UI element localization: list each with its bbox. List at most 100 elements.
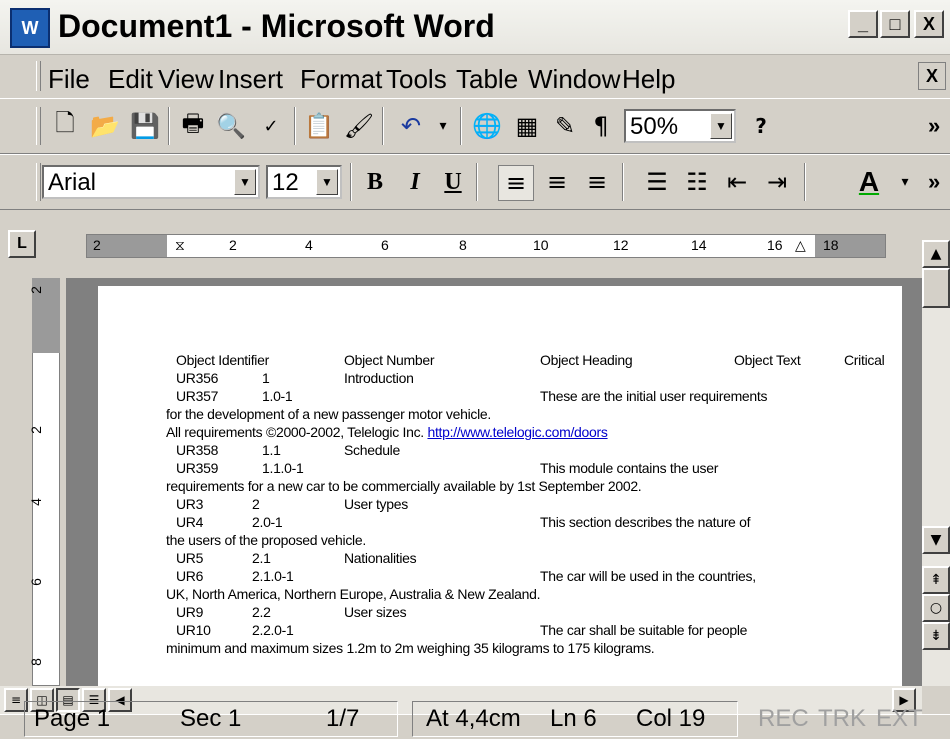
scroll-thumb[interactable]	[922, 268, 950, 308]
font-color-button[interactable]: A	[852, 165, 886, 199]
align-center-icon[interactable]: ≡	[540, 165, 574, 199]
toolbar-grip[interactable]	[36, 163, 41, 201]
font-color-dropdown-icon[interactable]: ▾	[888, 165, 922, 199]
chevron-down-icon[interactable]: ▼	[710, 113, 732, 139]
split-box[interactable]	[922, 226, 950, 241]
menu-help[interactable]: Help	[622, 64, 675, 95]
menu-format[interactable]: Format	[300, 64, 382, 95]
row-wrap-text: minimum and maximum sizes 1.2m to 2m wei…	[166, 640, 655, 656]
toolbar-options-icon[interactable]: »	[928, 113, 940, 139]
toolbar-grip[interactable]	[36, 107, 41, 145]
menu-insert[interactable]: Insert	[218, 64, 283, 95]
menu-edit[interactable]: Edit	[108, 64, 153, 95]
ruler-indent-marker[interactable]: ⧖	[175, 237, 185, 254]
scroll-up-button[interactable]: ▲	[922, 240, 950, 268]
row-heading: Schedule	[344, 442, 400, 458]
open-icon[interactable]: 📂	[88, 109, 122, 143]
status-ext[interactable]: EXT	[876, 705, 923, 739]
toolbar-separator	[622, 163, 624, 201]
close-button[interactable]: X	[914, 10, 944, 38]
menu-table[interactable]: Table	[456, 64, 518, 95]
status-trk[interactable]: TRK	[818, 705, 866, 739]
italic-button[interactable]: I	[398, 165, 432, 199]
ruler-mark: 8	[459, 237, 467, 253]
document-page[interactable]: Object Identifier Object Number Object H…	[98, 286, 902, 686]
tables-borders-icon[interactable]: ▦	[510, 109, 544, 143]
status-line: Ln 6	[550, 705, 597, 732]
maximize-button[interactable]: □	[880, 10, 910, 38]
col-header-identifier: Object Identifier	[176, 352, 269, 368]
ruler-right-indent-marker[interactable]: △	[795, 237, 806, 254]
document-close-button[interactable]: X	[918, 62, 946, 90]
status-rec[interactable]: REC	[758, 705, 809, 739]
menu-file[interactable]: File	[48, 64, 90, 95]
underline-button[interactable]: U	[436, 165, 470, 199]
scroll-down-button[interactable]: ▼	[922, 526, 950, 554]
ruler-mark: 14	[691, 237, 707, 253]
bullets-icon[interactable]: ☷	[680, 165, 714, 199]
standard-toolbar: 🗋 📂 💾 🖶 🔍 ✓ 📋 🖌 ↶ ▾ 🌐 ▦ ✎ ¶ 50% ▼ ? »	[0, 98, 950, 154]
print-icon[interactable]: 🖶	[176, 109, 210, 143]
paste-icon[interactable]: 📋	[302, 109, 336, 143]
tab-selector-button[interactable]: L	[8, 230, 36, 258]
minimize-button[interactable]: _	[848, 10, 878, 38]
menu-tools[interactable]: Tools	[386, 64, 447, 95]
ruler-mark: 2	[93, 237, 101, 253]
undo-icon[interactable]: ↶	[394, 109, 428, 143]
previous-page-icon[interactable]: ⇞	[922, 566, 950, 594]
format-painter-icon[interactable]: 🖌	[342, 109, 376, 143]
font-size-select[interactable]: 12 ▼	[266, 165, 342, 199]
spelling-icon[interactable]: ✓	[254, 109, 288, 143]
font-select[interactable]: Arial ▼	[42, 165, 260, 199]
row-id: UR357	[176, 388, 219, 404]
row-number: 1.1.0-1	[262, 460, 304, 476]
vruler-mark: 8	[27, 658, 44, 666]
align-right-icon[interactable]: ≡	[580, 165, 614, 199]
menu-bar: File Edit View Insert Format Tools Table…	[0, 55, 950, 97]
increase-indent-icon[interactable]: ⇥	[760, 165, 794, 199]
vertical-scrollbar[interactable]: ▲ ▼ ⇞ ○ ⇟	[922, 226, 950, 686]
next-page-icon[interactable]: ⇟	[922, 622, 950, 650]
ruler-mark: 10	[533, 237, 549, 253]
row-number: 1	[262, 370, 270, 386]
undo-dropdown-icon[interactable]: ▾	[426, 109, 460, 143]
status-column: Col 19	[636, 705, 706, 732]
help-icon[interactable]: ?	[744, 109, 778, 143]
chevron-down-icon[interactable]: ▼	[316, 169, 338, 195]
align-left-icon[interactable]: ≡	[498, 165, 534, 201]
row-text: The car will be used in the countries,	[540, 568, 756, 584]
menu-grip[interactable]	[36, 61, 41, 91]
numbering-icon[interactable]: ☰	[640, 165, 674, 199]
doors-link[interactable]: http://www.telelogic.com/doors	[427, 424, 607, 440]
toolbar-separator	[804, 163, 806, 201]
save-icon[interactable]: 💾	[128, 109, 162, 143]
ruler-strip[interactable]: 2 ⧖ 2 4 6 8 10 12 14 16 △ 18	[86, 234, 886, 258]
ruler-mark: 6	[381, 237, 389, 253]
select-browse-object-icon[interactable]: ○	[922, 594, 950, 622]
row-id: UR4	[176, 514, 204, 530]
menu-view[interactable]: View	[158, 64, 214, 95]
print-preview-icon[interactable]: 🔍	[214, 109, 248, 143]
toolbar-options-icon[interactable]: »	[928, 169, 940, 195]
vruler-mark: 2	[27, 426, 44, 434]
zoom-select[interactable]: 50% ▼	[624, 109, 736, 143]
word-app-icon[interactable]: W	[10, 8, 50, 48]
ruler-mark: 2	[229, 237, 237, 253]
status-bar: Page 1 Sec 1 1/7 At 4,4cm Ln 6 Col 19 RE…	[0, 701, 950, 737]
col-header-heading: Object Heading	[540, 352, 633, 368]
show-formatting-icon[interactable]: ¶	[584, 109, 618, 143]
ruler-mark: 12	[613, 237, 629, 253]
chevron-down-icon[interactable]: ▼	[234, 169, 256, 195]
toolbar-separator	[350, 163, 352, 201]
row-number: 2.2	[252, 604, 271, 620]
row-number: 2.1.0-1	[252, 568, 294, 584]
new-icon[interactable]: 🗋	[48, 109, 82, 143]
bold-button[interactable]: B	[358, 165, 392, 199]
window-title: Document1 - Microsoft Word	[58, 8, 495, 44]
menu-window[interactable]: Window	[528, 64, 620, 95]
row-text: This section describes the nature of	[540, 514, 751, 530]
vruler-mark: 4	[27, 498, 44, 506]
hyperlink-icon[interactable]: 🌐	[470, 109, 504, 143]
drawing-icon[interactable]: ✎	[548, 109, 582, 143]
decrease-indent-icon[interactable]: ⇤	[720, 165, 754, 199]
